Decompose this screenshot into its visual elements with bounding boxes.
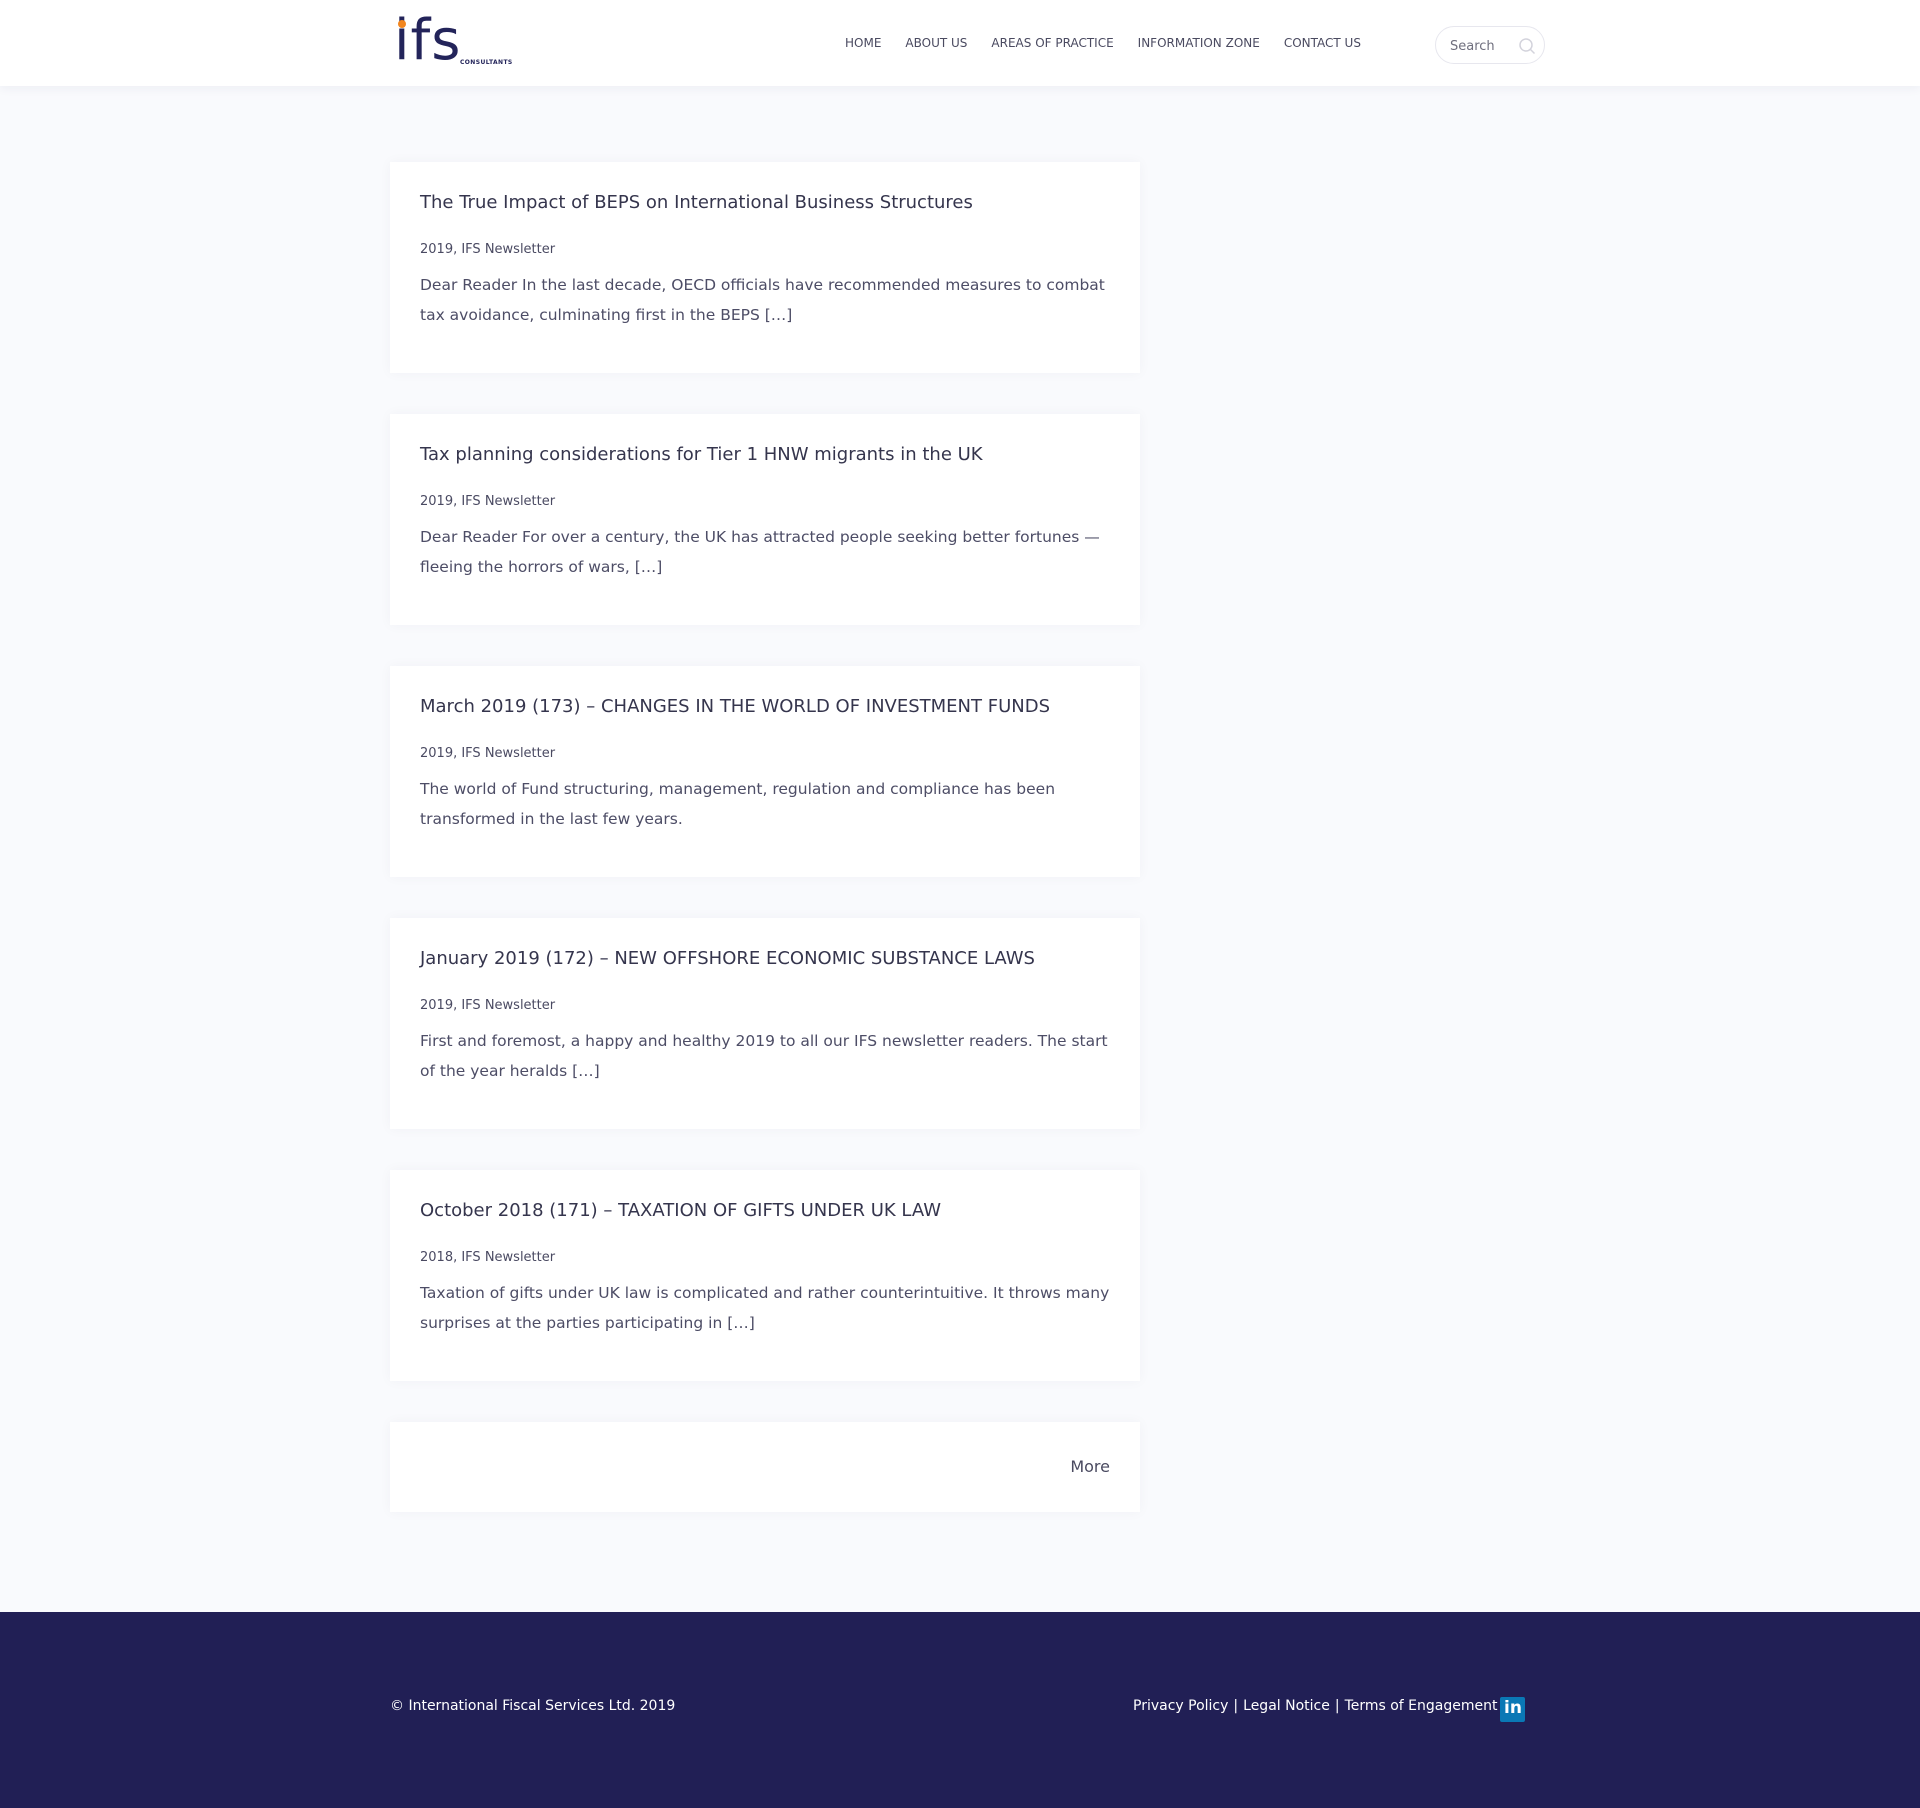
post-meta: 2019, IFS Newsletter: [420, 242, 556, 257]
search-input[interactable]: [1450, 36, 1520, 56]
more-box: More: [390, 1422, 1140, 1512]
post-excerpt: First and foremost, a happy and healthy …: [420, 1032, 1108, 1080]
post-card: January 2019 (172) – NEW OFFSHORE ECONOM…: [390, 918, 1140, 1129]
footer-links: Privacy Policy | Legal Notice | Terms of…: [1133, 1698, 1512, 1714]
nav-about-us[interactable]: ABOUT US: [905, 36, 967, 50]
post-title[interactable]: October 2018 (171) – TAXATION OF GIFTS U…: [420, 1200, 1120, 1221]
post-title[interactable]: The True Impact of BEPS on International…: [420, 192, 1120, 213]
post-excerpt: Dear Reader In the last decade, OECD off…: [420, 276, 1105, 324]
nav-information-zone[interactable]: INFORMATION ZONE: [1138, 36, 1260, 50]
logo-text: ifs: [394, 8, 462, 73]
linkedin-icon-text: in: [1504, 1698, 1522, 1718]
post-title[interactable]: March 2019 (173) – CHANGES IN THE WORLD …: [420, 696, 1120, 717]
post-title[interactable]: Tax planning considerations for Tier 1 H…: [420, 444, 1120, 465]
post-meta: 2018, IFS Newsletter: [420, 1250, 556, 1265]
post-card: Tax planning considerations for Tier 1 H…: [390, 414, 1140, 625]
post-excerpt: The world of Fund structuring, managemen…: [420, 780, 1056, 828]
post-card: March 2019 (173) – CHANGES IN THE WORLD …: [390, 666, 1140, 877]
post-meta: 2019, IFS Newsletter: [420, 746, 556, 761]
nav-areas-of-practice[interactable]: AREAS OF PRACTICE: [991, 36, 1113, 50]
privacy-policy-link[interactable]: Privacy Policy: [1133, 1698, 1228, 1714]
linkedin-icon[interactable]: in: [1500, 1697, 1525, 1722]
post-card: October 2018 (171) – TAXATION OF GIFTS U…: [390, 1170, 1140, 1381]
post-excerpt: Taxation of gifts under UK law is compli…: [420, 1284, 1110, 1332]
link-separator: |: [1334, 1698, 1340, 1714]
ifs-logo[interactable]: ifs CONSULTANTS: [394, 8, 524, 74]
link-separator: |: [1233, 1698, 1239, 1714]
site-header: ifs CONSULTANTS HOME ABOUT US AREAS OF P…: [0, 0, 1920, 86]
nav-contact-us[interactable]: CONTACT US: [1284, 36, 1361, 50]
legal-notice-link[interactable]: Legal Notice: [1243, 1698, 1330, 1714]
nav-home[interactable]: HOME: [845, 36, 881, 50]
post-meta: 2019, IFS Newsletter: [420, 494, 556, 509]
more-button[interactable]: More: [1070, 1457, 1110, 1476]
main-nav: HOME ABOUT US AREAS OF PRACTICE INFORMAT…: [845, 36, 1385, 50]
terms-of-engagement-link[interactable]: Terms of Engagement: [1345, 1698, 1498, 1714]
post-meta: 2019, IFS Newsletter: [420, 998, 556, 1013]
logo-subtext: CONSULTANTS: [460, 59, 513, 66]
post-excerpt: Dear Reader For over a century, the UK h…: [420, 528, 1100, 576]
post-card: The True Impact of BEPS on International…: [390, 162, 1140, 373]
copyright-text: © International Fiscal Services Ltd. 201…: [390, 1698, 676, 1714]
search-icon[interactable]: [1518, 37, 1536, 55]
site-footer: © International Fiscal Services Ltd. 201…: [0, 1612, 1920, 1808]
search-box: [1435, 26, 1545, 64]
post-title[interactable]: January 2019 (172) – NEW OFFSHORE ECONOM…: [420, 948, 1120, 969]
logo-accent-dot: [398, 20, 406, 28]
